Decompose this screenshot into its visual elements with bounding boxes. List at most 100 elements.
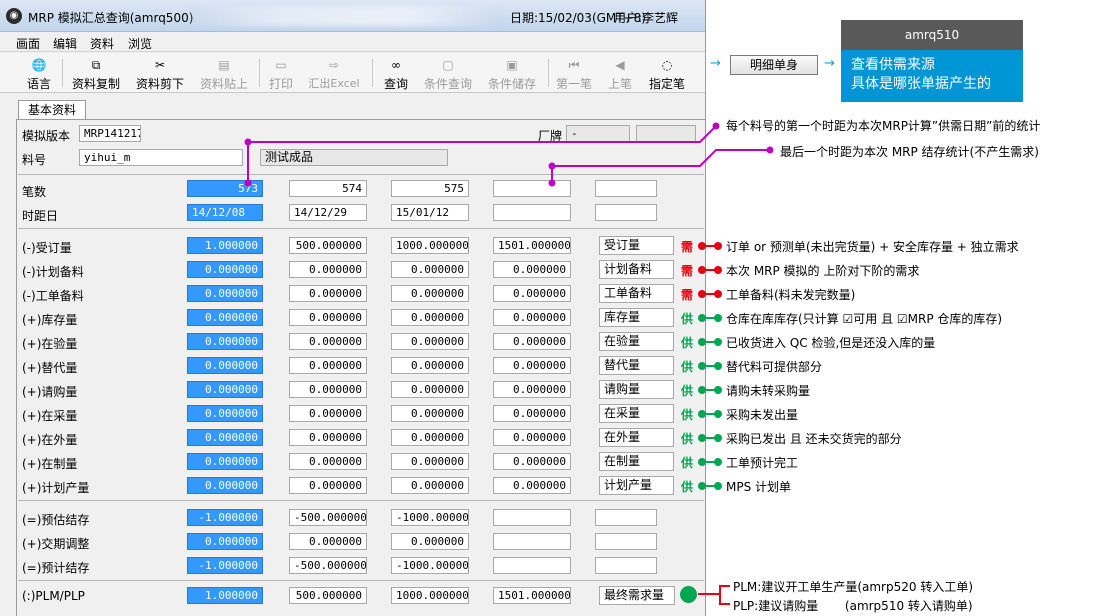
- row-value-field[interactable]: 0.000000: [493, 477, 571, 494]
- condition-query-button[interactable]: ▢ 条件查询: [420, 55, 476, 91]
- row-value-field[interactable]: [595, 533, 657, 550]
- row-label: (+)库存量: [22, 313, 78, 327]
- row-value-field[interactable]: 0.000000: [391, 285, 469, 302]
- period-count-field[interactable]: [595, 180, 657, 197]
- row-value-field[interactable]: 0.000000: [493, 357, 571, 374]
- row-value-field[interactable]: [595, 557, 657, 574]
- row-value-field[interactable]: 0.000000: [289, 261, 367, 278]
- brand-label: 厂牌: [538, 129, 563, 143]
- row-value-field[interactable]: 1501.000000: [493, 237, 571, 254]
- row-value-field[interactable]: 0.000000: [391, 477, 469, 494]
- tab-basic-info[interactable]: 基本资料: [18, 100, 86, 120]
- plm-plp-value-field[interactable]: 500.000000: [289, 587, 367, 604]
- row-value-field[interactable]: [493, 557, 571, 574]
- row-value-field[interactable]: -500.000000: [289, 509, 367, 526]
- query-button[interactable]: ∞ 查询: [380, 55, 412, 91]
- row-value-field[interactable]: 0.000000: [391, 429, 469, 446]
- row-value-field[interactable]: 0.000000: [493, 309, 571, 326]
- row-value-field[interactable]: 1.000000: [187, 237, 263, 254]
- row-value-field[interactable]: 1000.000000: [391, 237, 469, 254]
- row-value-field[interactable]: 0.000000: [289, 405, 367, 422]
- row-value-field[interactable]: 0.000000: [493, 405, 571, 422]
- period-date-field[interactable]: 14/12/08: [187, 204, 263, 221]
- row-value-field[interactable]: 0.000000: [391, 357, 469, 374]
- row-value-field[interactable]: [493, 509, 571, 526]
- menu-screen[interactable]: 画面: [16, 35, 40, 52]
- row-value-field[interactable]: 0.000000: [391, 381, 469, 398]
- period-count-field[interactable]: 574: [289, 180, 367, 197]
- plm-plp-value-field[interactable]: 1000.000000: [391, 587, 469, 604]
- row-value-field[interactable]: 0.000000: [493, 429, 571, 446]
- period-date-field[interactable]: 14/12/29: [289, 204, 367, 221]
- row-value-field[interactable]: 0.000000: [187, 429, 263, 446]
- language-button[interactable]: 🌐 语言: [22, 55, 56, 91]
- row-value-field[interactable]: -1000.000000: [391, 557, 469, 574]
- row-value-field[interactable]: 0.000000: [187, 357, 263, 374]
- row-value-field[interactable]: 0.000000: [187, 453, 263, 470]
- version-field[interactable]: MRP141217: [79, 125, 141, 142]
- paste-button[interactable]: ▤ 资料贴上: [196, 55, 252, 91]
- menu-data[interactable]: 资料: [90, 35, 114, 52]
- copy-button[interactable]: ⧉ 资料复制: [68, 55, 124, 91]
- print-button[interactable]: ▭ 打印: [266, 55, 296, 91]
- row-value-field[interactable]: 0.000000: [289, 309, 367, 326]
- row-value-field[interactable]: 0.000000: [391, 405, 469, 422]
- period-date-field[interactable]: 15/01/12: [391, 204, 469, 221]
- brand-desc-field[interactable]: [636, 125, 696, 142]
- condition-save-button[interactable]: ▣ 条件储存: [484, 55, 540, 91]
- row-value-field[interactable]: 0.000000: [391, 309, 469, 326]
- row-value-field[interactable]: 0.000000: [289, 381, 367, 398]
- row-value-field[interactable]: -1.000000: [187, 557, 263, 574]
- plm-plp-value-field[interactable]: 1501.000000: [493, 587, 571, 604]
- row-value-field[interactable]: 0.000000: [289, 285, 367, 302]
- row-value-field[interactable]: 500.000000: [289, 237, 367, 254]
- row-value-field[interactable]: 0.000000: [493, 381, 571, 398]
- row-value-field[interactable]: 0.000000: [289, 453, 367, 470]
- row-value-field[interactable]: 0.000000: [187, 405, 263, 422]
- row-note: 请购未转采购量: [726, 384, 811, 398]
- row-value-field[interactable]: 0.000000: [289, 477, 367, 494]
- binoculars-icon: ∞: [391, 58, 401, 72]
- period-date-field[interactable]: [493, 204, 571, 221]
- row-value-field[interactable]: 0.000000: [289, 333, 367, 350]
- row-value-field[interactable]: 0.000000: [187, 333, 263, 350]
- row-value-field[interactable]: -1.000000: [187, 509, 263, 526]
- cut-icon: ✂: [154, 58, 166, 72]
- brand-field[interactable]: -: [566, 125, 630, 142]
- export-excel-button[interactable]: ⇨ 汇出Excel: [304, 55, 364, 91]
- row-value-field[interactable]: [493, 533, 571, 550]
- period-date-field[interactable]: [595, 204, 657, 221]
- row-value-field[interactable]: 0.000000: [187, 533, 263, 550]
- row-value-field[interactable]: 0.000000: [391, 333, 469, 350]
- menu-browse[interactable]: 浏览: [128, 35, 152, 52]
- row-value-field[interactable]: 0.000000: [289, 533, 367, 550]
- period-count-field[interactable]: 575: [391, 180, 469, 197]
- row-value-field[interactable]: 0.000000: [289, 357, 367, 374]
- row-value-field[interactable]: 0.000000: [493, 261, 571, 278]
- plm-plp-value-field[interactable]: 1.000000: [187, 587, 263, 604]
- detail-button[interactable]: 明细单身: [730, 55, 818, 75]
- row-value-field[interactable]: -500.000000: [289, 557, 367, 574]
- first-record-button[interactable]: ⏮ 第一笔: [554, 55, 594, 91]
- row-value-field[interactable]: 0.000000: [493, 285, 571, 302]
- row-value-field[interactable]: 0.000000: [493, 333, 571, 350]
- row-value-field[interactable]: 0.000000: [187, 477, 263, 494]
- goto-record-button[interactable]: ◌ 指定笔: [646, 55, 688, 91]
- period-count-field[interactable]: 573: [187, 180, 263, 197]
- period-count-field[interactable]: [493, 180, 571, 197]
- row-value-field[interactable]: 0.000000: [391, 261, 469, 278]
- row-value-field[interactable]: 0.000000: [187, 309, 263, 326]
- item-field[interactable]: yihui_m: [79, 149, 243, 166]
- row-value-field[interactable]: 0.000000: [493, 453, 571, 470]
- row-value-field[interactable]: 0.000000: [391, 533, 469, 550]
- row-value-field[interactable]: 0.000000: [187, 261, 263, 278]
- row-value-field[interactable]: 0.000000: [187, 285, 263, 302]
- cut-button[interactable]: ✂ 资料剪下: [132, 55, 188, 91]
- row-value-field[interactable]: 0.000000: [391, 453, 469, 470]
- menu-edit[interactable]: 编辑: [53, 35, 77, 52]
- prev-record-button[interactable]: ◀ 上笔: [604, 55, 636, 91]
- row-value-field[interactable]: 0.000000: [187, 381, 263, 398]
- row-value-field[interactable]: 0.000000: [289, 429, 367, 446]
- row-value-field[interactable]: -1000.000000: [391, 509, 469, 526]
- row-value-field[interactable]: [595, 509, 657, 526]
